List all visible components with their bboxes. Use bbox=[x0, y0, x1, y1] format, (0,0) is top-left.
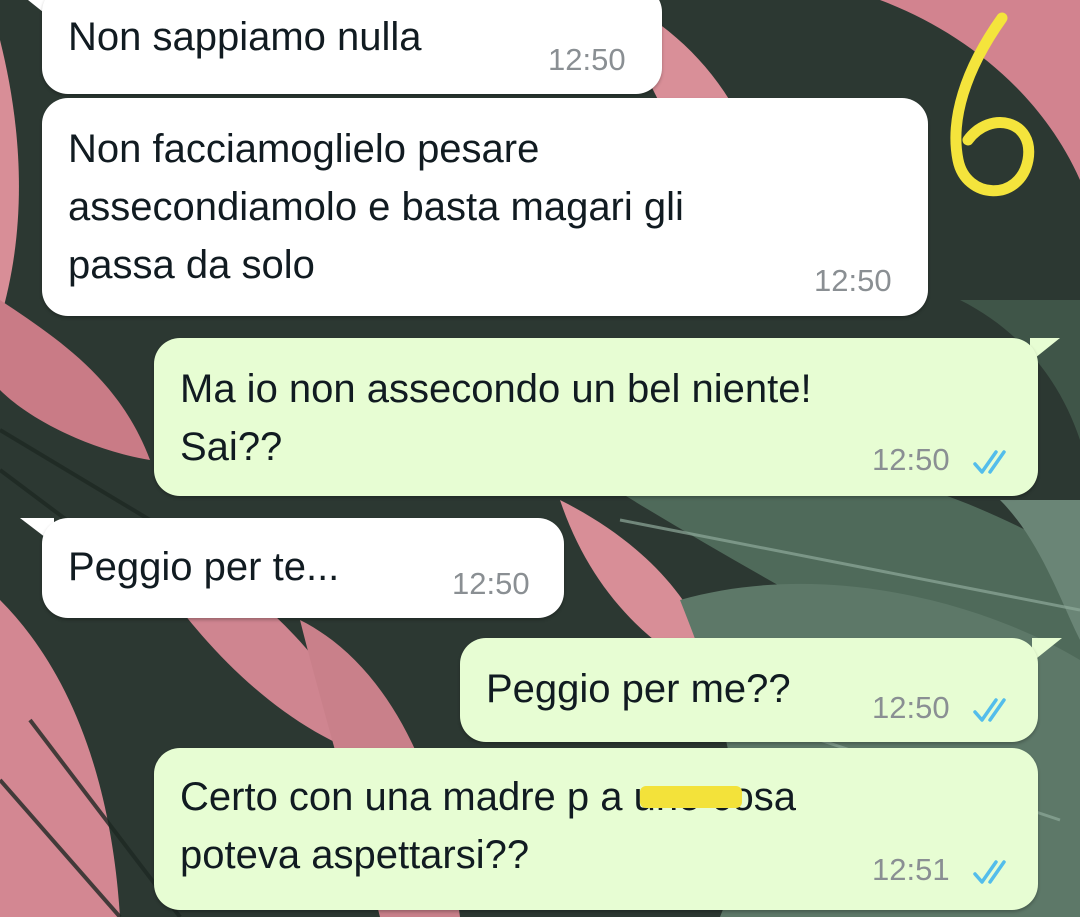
message-text: Peggio per me?? bbox=[486, 667, 791, 711]
message-bubble-incoming[interactable]: Peggio per te... 12:50 bbox=[42, 518, 564, 618]
message-time: 12:51 bbox=[872, 852, 950, 887]
message-bubble-outgoing[interactable]: Ma io non assecondo un bel niente! Sai??… bbox=[154, 338, 1038, 496]
message-bubble-outgoing[interactable]: Peggio per me?? 12:50 bbox=[460, 638, 1038, 742]
message-time: 12:50 bbox=[872, 690, 950, 725]
message-time: 12:50 bbox=[548, 42, 626, 77]
censor-highlight bbox=[640, 786, 742, 808]
message-bubble-outgoing[interactable]: Certo con una madre p a uno cosa poteva … bbox=[154, 748, 1038, 910]
message-time: 12:50 bbox=[452, 566, 530, 601]
read-double-check-icon bbox=[973, 860, 1006, 884]
message-text: Non facciamoglielo pesare assecondiamolo… bbox=[68, 127, 684, 287]
message-bubble-incoming[interactable]: Non facciamoglielo pesare assecondiamolo… bbox=[42, 98, 928, 316]
read-double-check-icon bbox=[973, 450, 1006, 474]
read-double-check-icon bbox=[973, 698, 1006, 722]
message-text: Peggio per te... bbox=[68, 545, 340, 589]
message-bubble-incoming[interactable]: Non sappiamo nulla 12:50 bbox=[42, 0, 662, 94]
handwritten-annotation bbox=[950, 12, 1035, 197]
message-text: Ma io non assecondo un bel niente! Sai?? bbox=[180, 367, 812, 469]
message-time: 12:50 bbox=[814, 263, 892, 298]
message-time: 12:50 bbox=[872, 442, 950, 477]
message-text: Non sappiamo nulla bbox=[68, 15, 422, 59]
